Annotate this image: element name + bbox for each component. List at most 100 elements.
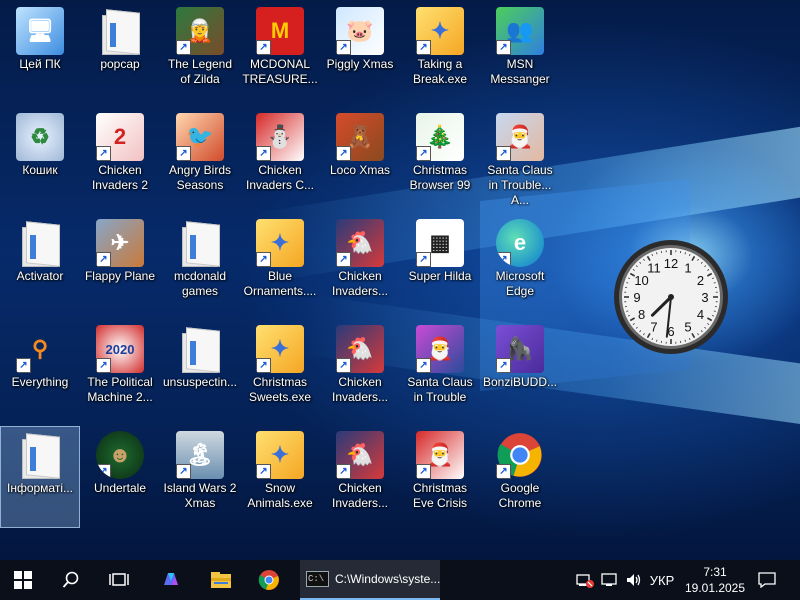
desktop-icon[interactable]: 🧸 ↗ Loco Xmas xyxy=(321,109,399,209)
desktop-icon[interactable]: 🐔 ↗ Chicken Invaders... xyxy=(321,321,399,421)
chrome-icon[interactable] xyxy=(246,560,292,600)
taskbar: C:\ C:\Windows\syste... УКР 7:31 19.01.2… xyxy=(0,560,800,600)
desktop-icon-label: Кошик xyxy=(22,163,58,177)
shortcut-arrow-icon: ↗ xyxy=(96,358,111,373)
desktop-icon[interactable]: Інформаті... xyxy=(0,426,80,528)
desktop-icon[interactable]: 🎄 ↗ Christmas Browser 99 xyxy=(401,109,479,209)
unsuspecting-folder-icon xyxy=(176,325,224,373)
shortcut-arrow-icon: ↗ xyxy=(416,464,431,479)
desktop-icon-label: The Legend of Zilda xyxy=(167,57,233,86)
desktop-icon[interactable]: ✦ ↗ Snow Animals.exe xyxy=(241,427,319,527)
bonzibuddy-icon: 🦍 ↗ xyxy=(496,325,544,373)
clock-number: 11 xyxy=(647,261,661,276)
desktop-icon[interactable]: ✈ ↗ Flappy Plane xyxy=(81,215,159,315)
chrome-icon: ↗ xyxy=(496,431,544,479)
shortcut-arrow-icon: ↗ xyxy=(96,464,111,479)
political-machine-icon: 2020 ↗ xyxy=(96,325,144,373)
desktop-icon[interactable]: unsuspectin... xyxy=(161,321,239,421)
desktop-icon-label: Chicken Invaders C... xyxy=(245,163,315,192)
desktop-icon[interactable]: ⚲ ↗ Everything xyxy=(1,321,79,421)
undertale-icon: ☻ ↗ xyxy=(96,431,144,479)
desktop-icon-label: Santa Claus in Trouble... A... xyxy=(487,163,553,207)
desktop-icon-label: Piggly Xmas xyxy=(326,57,394,71)
desktop-icon-label: BonziBUDD... xyxy=(482,375,558,389)
desktop-icon[interactable]: mcdonald games xyxy=(161,215,239,315)
desktop-icon[interactable]: popcap xyxy=(81,3,159,103)
angry-birds-icon: 🐦 ↗ xyxy=(176,113,224,161)
desktop-icon-label: Chicken Invaders... xyxy=(331,481,389,510)
shortcut-arrow-icon: ↗ xyxy=(336,146,351,161)
shortcut-arrow-icon: ↗ xyxy=(176,464,191,479)
network-icon[interactable] xyxy=(598,560,622,600)
desktop-icon[interactable]: 🎅 ↗ Santa Claus in Trouble... A... xyxy=(481,109,559,209)
desktop-icon-label: Chicken Invaders 2 xyxy=(91,163,149,192)
notification-icon[interactable] xyxy=(752,560,782,600)
activator-folder-icon xyxy=(16,219,64,267)
desktop-icon-label: Snow Animals.exe xyxy=(247,481,313,510)
flappy-plane-icon: ✈ ↗ xyxy=(96,219,144,267)
desktop-icon[interactable]: 2 ↗ Chicken Invaders 2 xyxy=(81,109,159,209)
shortcut-arrow-icon: ↗ xyxy=(336,252,351,267)
clock-number: 12 xyxy=(664,256,678,271)
desktop-icon[interactable]: 2020 ↗ The Political Machine 2... xyxy=(81,321,159,421)
desktop-icon-label: Blue Ornaments.... xyxy=(243,269,317,298)
language-indicator[interactable]: УКР xyxy=(646,560,678,600)
screensaver-exe-icon: ✦ ↗ xyxy=(416,7,464,55)
file-explorer-icon[interactable] xyxy=(198,560,244,600)
cmd-icon: C:\ xyxy=(306,571,329,587)
desktop-icon-label: Santa Claus in Trouble xyxy=(407,375,473,404)
shortcut-arrow-icon: ↗ xyxy=(496,358,511,373)
search-icon[interactable] xyxy=(48,560,94,600)
desktop-icon[interactable]: 🐷 ↗ Piggly Xmas xyxy=(321,3,399,103)
chicken-invaders-christmas-icon: ⛄ ↗ xyxy=(256,113,304,161)
taskbar-active-task-cmd[interactable]: C:\ C:\Windows\syste... xyxy=(300,560,440,600)
desktop-icon[interactable]: ⛄ ↗ Chicken Invaders C... xyxy=(241,109,319,209)
desktop-icon[interactable]: e ↗ Microsoft Edge xyxy=(481,215,559,315)
desktop-icon[interactable]: 👥 ↗ MSN Messanger xyxy=(481,3,559,103)
desktop-icon-label: Loco Xmas xyxy=(329,163,391,177)
desktop-icon-label: Microsoft Edge xyxy=(495,269,545,298)
desktop-icon[interactable]: ▦ ↗ Super Hilda xyxy=(401,215,479,315)
zilda-game-icon: 🧝 ↗ xyxy=(176,7,224,55)
shortcut-arrow-icon: ↗ xyxy=(256,358,271,373)
santa-icon: 🎅 ↗ xyxy=(496,113,544,161)
taskbar-date: 19.01.2025 xyxy=(684,581,746,595)
clock-number: 2 xyxy=(697,273,704,288)
desktop-icon[interactable]: ✦ ↗ Christmas Sweets.exe xyxy=(241,321,319,421)
screensaver-exe-icon: ✦ ↗ xyxy=(256,431,304,479)
santa-trouble-icon: 🎅 ↗ xyxy=(416,325,464,373)
desktop-icon[interactable]: 🐔 ↗ Chicken Invaders... xyxy=(321,427,399,527)
clock-number: 9 xyxy=(633,290,640,305)
network-alert-icon[interactable] xyxy=(574,560,596,600)
desktop-icon[interactable]: 🐔 ↗ Chicken Invaders... xyxy=(321,215,399,315)
windows-logo-icon[interactable] xyxy=(0,560,46,600)
clock-number: 1 xyxy=(684,261,691,276)
volume-icon[interactable] xyxy=(622,560,646,600)
desktop-icon[interactable]: 🎅 ↗ Christmas Eve Crisis xyxy=(401,427,479,527)
desktop-icon[interactable]: 🐦 ↗ Angry Birds Seasons xyxy=(161,109,239,209)
clock-gadget[interactable]: 12 1 2 3 4 5 6 7 8 9 10 11 xyxy=(612,238,730,356)
desktop-icon[interactable]: M ↗ MCDONAL TREASURE... xyxy=(241,3,319,103)
copilot-icon[interactable] xyxy=(148,560,194,600)
desktop-icon[interactable]: ✦ ↗ Taking a Break.exe xyxy=(401,3,479,103)
desktop-icon[interactable]: ↗ Google Chrome xyxy=(481,427,559,527)
task-view-icon[interactable] xyxy=(96,560,142,600)
desktop-icon-label: Activator xyxy=(16,269,64,283)
desktop-icon[interactable]: 🦍 ↗ BonziBUDD... xyxy=(481,321,559,421)
clock-number: 5 xyxy=(684,319,691,334)
this-pc-icon: 🖥 xyxy=(16,7,64,55)
clock-number: 4 xyxy=(697,307,704,322)
desktop-icon[interactable]: ✦ ↗ Blue Ornaments.... xyxy=(241,215,319,315)
desktop-icon[interactable]: ☻ ↗ Undertale xyxy=(81,427,159,527)
shortcut-arrow-icon: ↗ xyxy=(496,146,511,161)
shortcut-arrow-icon: ↗ xyxy=(496,252,511,267)
desktop-icon[interactable]: 🎅 ↗ Santa Claus in Trouble xyxy=(401,321,479,421)
desktop-icon[interactable]: 🧝 ↗ The Legend of Zilda xyxy=(161,3,239,103)
desktop-icon[interactable]: 🏝 ↗ Island Wars 2 Xmas xyxy=(161,427,239,527)
desktop-icon-label: Flappy Plane xyxy=(84,269,156,283)
desktop-icon[interactable]: 🖥 Цей ПК xyxy=(1,3,79,103)
taskbar-clock[interactable]: 7:31 19.01.2025 xyxy=(680,560,750,600)
desktop-icon[interactable]: ♻ Кошик xyxy=(1,109,79,209)
desktop-icon[interactable]: Activator xyxy=(1,215,79,315)
desktop-icon-label: Christmas Sweets.exe xyxy=(248,375,312,404)
